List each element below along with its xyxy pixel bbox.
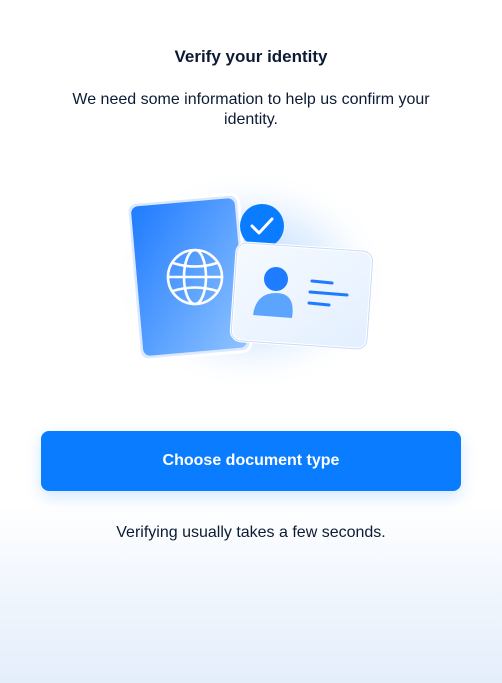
verify-identity-screen: Verify your identity We need some inform… xyxy=(0,0,502,683)
id-card-icon xyxy=(229,241,375,351)
checkmark-badge-icon xyxy=(240,204,284,248)
illustration-graphic xyxy=(111,168,391,392)
verification-time-note: Verifying usually takes a few seconds. xyxy=(116,524,386,541)
page-title: Verify your identity xyxy=(174,47,328,66)
identity-documents-illustration xyxy=(106,160,396,395)
page-subtitle: We need some information to help us conf… xyxy=(72,91,430,128)
choose-document-type-button[interactable]: Choose document type xyxy=(41,431,461,491)
